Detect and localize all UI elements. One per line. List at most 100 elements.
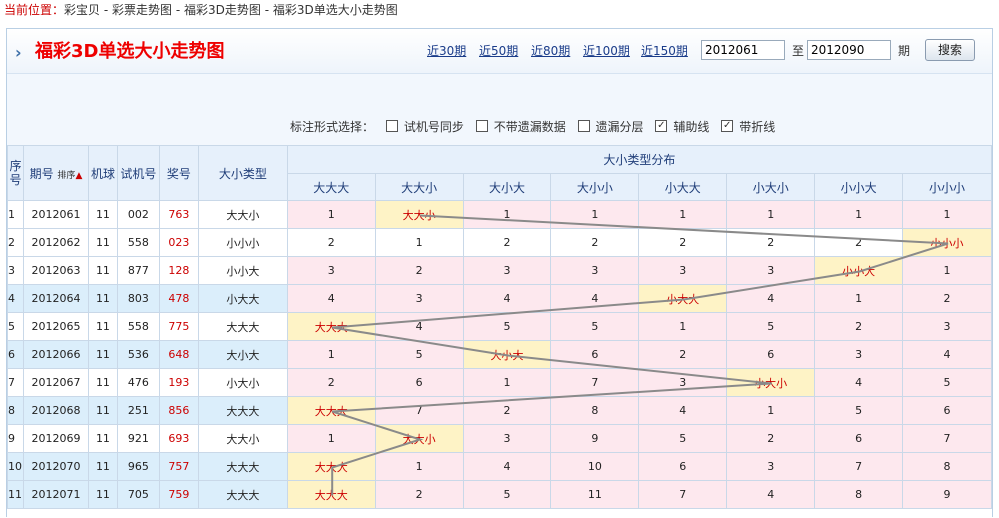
type-header: 大小类型 — [197, 145, 288, 201]
to-issue-input[interactable] — [807, 40, 891, 60]
issue-cell: 2012070 — [22, 452, 89, 481]
miss-count-cell: 4 — [550, 284, 640, 313]
miss-count-cell: 6 — [550, 340, 640, 369]
test-number-cell: 558 — [116, 312, 160, 341]
sync-test-number-checkbox[interactable] — [385, 119, 398, 132]
issue-header[interactable]: 期号 排序▲ — [22, 145, 89, 201]
miss-count-cell: 7 — [638, 480, 728, 509]
type-cell: 小小大 — [197, 256, 288, 285]
breadcrumb-link-3d[interactable]: 福彩3D走势图 — [184, 3, 261, 17]
issue-cell: 2012066 — [22, 340, 89, 369]
trend-line-checkbox[interactable]: ✓ — [721, 119, 734, 132]
from-issue-input[interactable] — [701, 40, 785, 60]
miss-count-cell: 2 — [814, 312, 904, 341]
category-header: 大小小 — [550, 173, 640, 201]
link-last-30[interactable]: 近30期 — [427, 42, 466, 59]
miss-count-cell: 2 — [374, 256, 464, 285]
link-last-100[interactable]: 近100期 — [583, 42, 630, 59]
miss-count-cell: 4 — [374, 312, 464, 341]
link-last-150[interactable]: 近150期 — [641, 42, 688, 59]
test-number-cell: 002 — [116, 200, 160, 229]
miss-count-cell: 5 — [462, 312, 552, 341]
prize-number-cell: 759 — [158, 480, 199, 509]
miss-count-cell: 2 — [286, 228, 376, 257]
miss-count-cell: 7 — [814, 452, 904, 481]
guide-line-checkbox[interactable]: ✓ — [655, 119, 668, 132]
test-number-cell: 877 — [116, 256, 160, 285]
miss-count-cell: 6 — [814, 424, 904, 453]
table-row: 5 2012065 11 558 775 大大大 大大大 4 5 5 1 5 2 3 — [7, 312, 992, 341]
ball-cell: 11 — [87, 396, 118, 425]
sort-label[interactable]: 排序 — [57, 171, 75, 181]
display-options: 标注形式选择： 试机号同步 不带遗漏数据 遗漏分层 ✓ 辅助线 ✓ 带折线 — [290, 117, 775, 135]
breadcrumb-link-charts[interactable]: 彩票走势图 — [112, 3, 172, 17]
miss-count-cell: 4 — [726, 284, 816, 313]
miss-count-cell: 3 — [286, 256, 376, 285]
miss-count-cell: 1 — [726, 200, 816, 229]
miss-count-cell: 2 — [902, 284, 992, 313]
hit-cell: 小大小 — [726, 368, 816, 397]
table-row: 9 2012069 11 921 693 大大小 1 大大小 3 9 5 2 6 7 — [7, 424, 992, 453]
miss-count-cell: 5 — [814, 396, 904, 425]
issue-cell: 2012061 — [22, 200, 89, 229]
test-number-cell: 251 — [116, 396, 160, 425]
sort-arrow-icon[interactable]: ▲ — [75, 171, 82, 181]
test-number-cell: 476 — [116, 368, 160, 397]
miss-count-cell: 4 — [814, 368, 904, 397]
search-button[interactable]: 搜索 — [925, 39, 975, 61]
seq-cell: 2 — [7, 228, 24, 257]
issue-cell: 2012069 — [22, 424, 89, 453]
ball-cell: 11 — [87, 424, 118, 453]
miss-count-cell: 4 — [462, 452, 552, 481]
test-number-cell: 705 — [116, 480, 160, 509]
link-last-50[interactable]: 近50期 — [479, 42, 518, 59]
seq-cell: 10 — [7, 452, 24, 481]
hide-miss-data-checkbox[interactable] — [475, 119, 488, 132]
miss-count-cell: 10 — [550, 452, 640, 481]
prize-number-cell: 856 — [158, 396, 199, 425]
link-last-80[interactable]: 近80期 — [531, 42, 570, 59]
hit-cell: 大大大 — [286, 452, 376, 481]
table-row: 8 2012068 11 251 856 大大大 大大大 7 2 8 4 1 5 6 — [7, 396, 992, 425]
distribution-header: 大小类型分布 — [286, 145, 993, 174]
miss-count-cell: 1 — [286, 200, 376, 229]
prize-number-cell: 775 — [158, 312, 199, 341]
miss-count-cell: 5 — [462, 480, 552, 509]
miss-count-cell: 1 — [286, 340, 376, 369]
period-label: 期 — [898, 44, 911, 58]
option-label: 辅助线 — [673, 119, 710, 134]
test-number-cell: 803 — [116, 284, 160, 313]
miss-layer-checkbox[interactable] — [577, 119, 590, 132]
ball-cell: 11 — [87, 452, 118, 481]
type-cell: 大大大 — [197, 452, 288, 481]
test-number-header: 试机号 — [116, 145, 160, 201]
table-row: 1 2012061 11 002 763 大大小 1 大大小 1 1 1 1 1 1 — [7, 200, 992, 229]
breadcrumb-separator: - — [260, 3, 273, 17]
seq-cell: 9 — [7, 424, 24, 453]
type-cell: 大小大 — [197, 340, 288, 369]
miss-count-cell: 1 — [638, 312, 728, 341]
test-number-cell: 536 — [116, 340, 160, 369]
ball-cell: 11 — [87, 340, 118, 369]
miss-count-cell: 6 — [638, 452, 728, 481]
miss-count-cell: 1 — [462, 200, 552, 229]
category-header: 小小大 — [814, 173, 904, 201]
breadcrumb-link-home[interactable]: 彩宝贝 — [64, 3, 100, 17]
miss-count-cell: 6 — [726, 340, 816, 369]
miss-count-cell: 2 — [638, 228, 728, 257]
option-label: 试机号同步 — [403, 119, 464, 134]
to-label: 至 — [792, 44, 805, 58]
ball-cell: 11 — [87, 284, 118, 313]
hit-cell: 大大小 — [374, 424, 464, 453]
miss-count-cell: 11 — [550, 480, 640, 509]
miss-count-cell: 6 — [902, 396, 992, 425]
miss-count-cell: 1 — [374, 452, 464, 481]
hit-cell: 大小大 — [462, 340, 552, 369]
hit-cell: 大大大 — [286, 480, 376, 509]
miss-count-cell: 3 — [902, 312, 992, 341]
miss-count-cell: 3 — [726, 256, 816, 285]
miss-count-cell: 7 — [374, 396, 464, 425]
type-cell: 大大小 — [197, 200, 288, 229]
test-number-cell: 558 — [116, 228, 160, 257]
seq-cell: 6 — [7, 340, 24, 369]
